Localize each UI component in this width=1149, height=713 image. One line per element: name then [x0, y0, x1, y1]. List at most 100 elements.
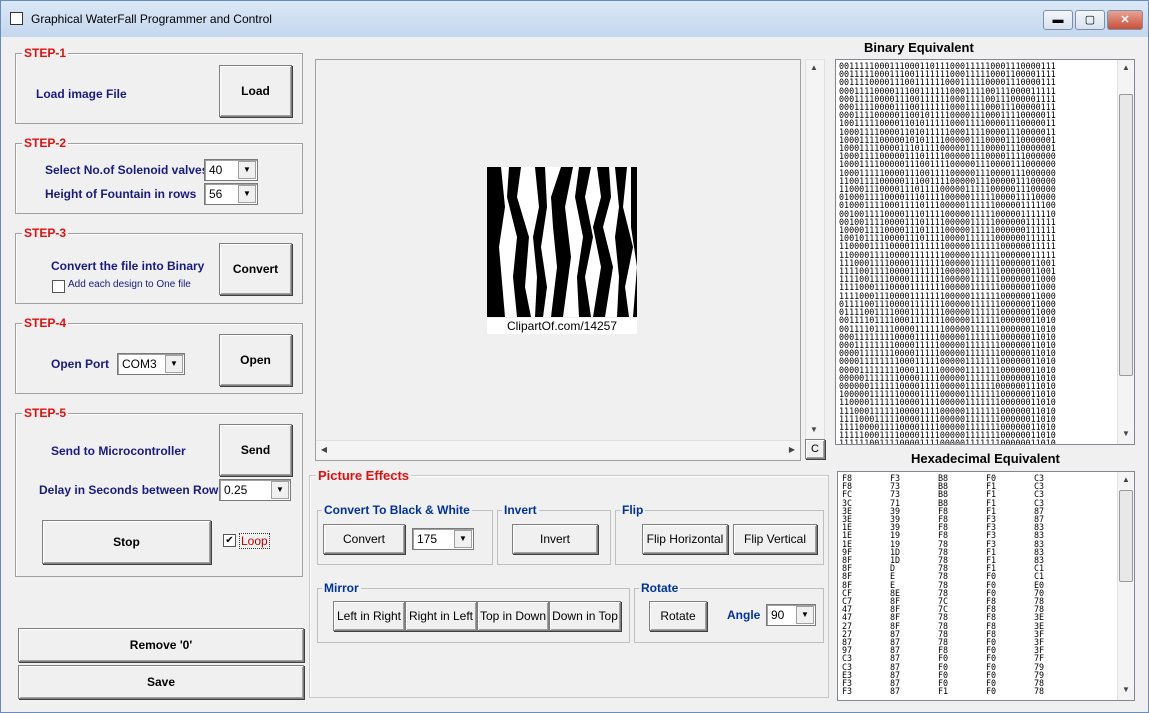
threshold-select[interactable]: 175 ▼: [412, 528, 474, 550]
mirror-group-label: Mirror: [322, 581, 361, 595]
scroll-right-icon[interactable]: ▶: [784, 442, 800, 458]
chevron-down-icon[interactable]: ▼: [796, 606, 814, 624]
scroll-down-icon[interactable]: ▼: [806, 422, 822, 438]
binary-title: Binary Equivalent: [864, 40, 974, 55]
mirror-right-left-button[interactable]: Right in Left: [405, 601, 477, 631]
delay-select[interactable]: 0.25 ▼: [219, 479, 291, 501]
maximize-button[interactable]: ▢: [1075, 10, 1105, 30]
picture-effects-title: Picture Effects: [316, 468, 412, 483]
scroll-down-icon[interactable]: ▼: [1118, 682, 1134, 698]
mirror-left-right-button[interactable]: Left in Right: [333, 601, 405, 631]
bw-group: Convert To Black & White Convert 175 ▼: [317, 503, 493, 565]
angle-value: 90: [771, 608, 785, 622]
remove-zero-button[interactable]: Remove '0': [18, 628, 304, 662]
step4-frame: STEP-4 Open Port COM3 ▼ Open: [15, 316, 303, 394]
flip-group: Flip Flip Horizontal Flip Vertical: [615, 503, 824, 565]
app-icon: [10, 12, 23, 25]
solenoid-select[interactable]: 40 ▼: [204, 159, 258, 181]
threshold-value: 175: [417, 532, 438, 546]
preview-vscroll[interactable]: ▲ ▼: [805, 59, 825, 441]
invert-group: Invert Invert: [497, 503, 611, 565]
step1-title: STEP-1: [22, 46, 69, 60]
hex-vscroll[interactable]: ▲ ▼: [1117, 472, 1134, 700]
binary-text: 0011111000111000110111000111110001110000…: [839, 61, 1056, 445]
height-label: Height of Fountain in rows: [45, 187, 197, 201]
chevron-down-icon[interactable]: ▼: [454, 530, 472, 548]
image-preview: ClipartOf.com/14257 ◀ ▶: [315, 59, 801, 461]
flip-horizontal-button[interactable]: Flip Horizontal: [642, 524, 728, 554]
delay-value: 0.25: [224, 483, 248, 497]
hex-column-1: F8 F8 FC 3C 3E 3E 1E 1E 1E 9F 8F 8F 8F 8…: [842, 473, 853, 697]
scroll-left-icon[interactable]: ◀: [316, 442, 332, 458]
chevron-down-icon[interactable]: ▼: [238, 185, 256, 203]
flip-vertical-button[interactable]: Flip Vertical: [733, 524, 817, 554]
hex-column-4: F0 F1 F1 F1 F1 F3 F3 F3 F3 F1 F1 F1 F0 F…: [986, 473, 997, 697]
load-button[interactable]: Load: [219, 65, 292, 117]
scroll-thumb[interactable]: [1119, 490, 1133, 582]
step5-frame: STEP-5 Send to Microcontroller Send Dela…: [15, 406, 303, 577]
load-image-label: Load image File: [36, 87, 127, 101]
close-button[interactable]: ✕: [1107, 10, 1143, 30]
step3-title: STEP-3: [22, 226, 69, 240]
invert-button[interactable]: Invert: [512, 524, 598, 554]
convert-binary-button[interactable]: Convert: [219, 243, 292, 295]
scroll-up-icon[interactable]: ▲: [1118, 472, 1134, 488]
scroll-down-icon[interactable]: ▼: [1118, 426, 1134, 442]
minimize-button[interactable]: ▬: [1043, 10, 1073, 30]
save-button[interactable]: Save: [18, 665, 304, 699]
delay-label: Delay in Seconds between Rows: [39, 483, 226, 497]
angle-label: Angle: [727, 608, 761, 622]
rotate-button[interactable]: Rotate: [649, 601, 707, 631]
send-button[interactable]: Send: [219, 424, 292, 476]
stop-button[interactable]: Stop: [42, 520, 211, 564]
convert-binary-label: Convert the file into Binary: [51, 259, 205, 273]
height-select[interactable]: 56 ▼: [204, 183, 258, 205]
one-file-label: Add each design to One file: [68, 279, 191, 290]
one-file-checkbox[interactable]: [52, 280, 65, 293]
rotate-group-label: Rotate: [639, 581, 681, 595]
step4-title: STEP-4: [22, 316, 69, 330]
open-port-label: Open Port: [51, 357, 110, 371]
c-button[interactable]: C: [805, 439, 825, 459]
chevron-down-icon[interactable]: ▼: [238, 161, 256, 179]
mirror-group: Mirror Left in Right Right in Left Top i…: [317, 581, 630, 643]
step5-title: STEP-5: [22, 406, 69, 420]
picture-effects-frame: Picture Effects Convert To Black & White…: [309, 468, 829, 698]
hex-textbox[interactable]: F8 F8 FC 3C 3E 3E 1E 1E 1E 9F 8F 8F 8F 8…: [837, 471, 1135, 701]
send-label: Send to Microcontroller: [51, 444, 186, 458]
rotate-group: Rotate Rotate Angle 90 ▼: [634, 581, 824, 643]
hex-column-5: C3 C3 C3 C3 87 87 83 83 83 83 83 C1 C1 E…: [1034, 473, 1045, 697]
window-title: Graphical WaterFall Programmer and Contr…: [31, 12, 272, 26]
client-area: STEP-1 Load image File Load STEP-2 Selec…: [8, 37, 1141, 704]
scroll-up-icon[interactable]: ▲: [1118, 60, 1134, 76]
chevron-down-icon[interactable]: ▼: [271, 481, 289, 499]
scroll-thumb[interactable]: [1119, 94, 1133, 376]
step2-frame: STEP-2 Select No.of Solenoid valves 40 ▼…: [15, 136, 303, 214]
invert-group-label: Invert: [502, 503, 539, 517]
step2-title: STEP-2: [22, 136, 69, 150]
height-value: 56: [209, 187, 223, 201]
open-port-button[interactable]: Open: [219, 334, 292, 386]
loop-label: Loop: [239, 533, 270, 549]
chevron-down-icon[interactable]: ▼: [165, 355, 183, 373]
hex-column-2: F3 73 73 71 39 39 39 19 19 1D 1D D E E 8…: [890, 473, 901, 697]
port-value: COM3: [122, 357, 157, 371]
bw-group-label: Convert To Black & White: [322, 503, 472, 517]
port-select[interactable]: COM3 ▼: [117, 353, 185, 375]
step1-frame: STEP-1 Load image File Load: [15, 46, 303, 124]
angle-select[interactable]: 90 ▼: [766, 604, 816, 626]
solenoid-value: 40: [209, 163, 223, 177]
mirror-down-top-button[interactable]: Down in Top: [549, 601, 621, 631]
bw-convert-button[interactable]: Convert: [323, 524, 405, 554]
loop-checkbox[interactable]: ✔: [223, 534, 236, 547]
binary-vscroll[interactable]: ▲ ▼: [1117, 60, 1134, 444]
flip-group-label: Flip: [620, 503, 646, 517]
binary-textbox[interactable]: 0011111000111000110111000111110001110000…: [835, 59, 1135, 445]
title-bar: Graphical WaterFall Programmer and Contr…: [1, 1, 1148, 37]
mirror-top-down-button[interactable]: Top in Down: [477, 601, 549, 631]
horizontal-scrollbar[interactable]: ◀ ▶: [316, 440, 800, 459]
zebra-image: [487, 167, 637, 317]
scroll-up-icon[interactable]: ▲: [806, 60, 822, 76]
step3-frame: STEP-3 Convert the file into Binary Add …: [15, 226, 303, 304]
hex-column-3: B8 B8 B8 B8 F8 F8 F8 F8 78 78 78 78 78 7…: [938, 473, 949, 697]
